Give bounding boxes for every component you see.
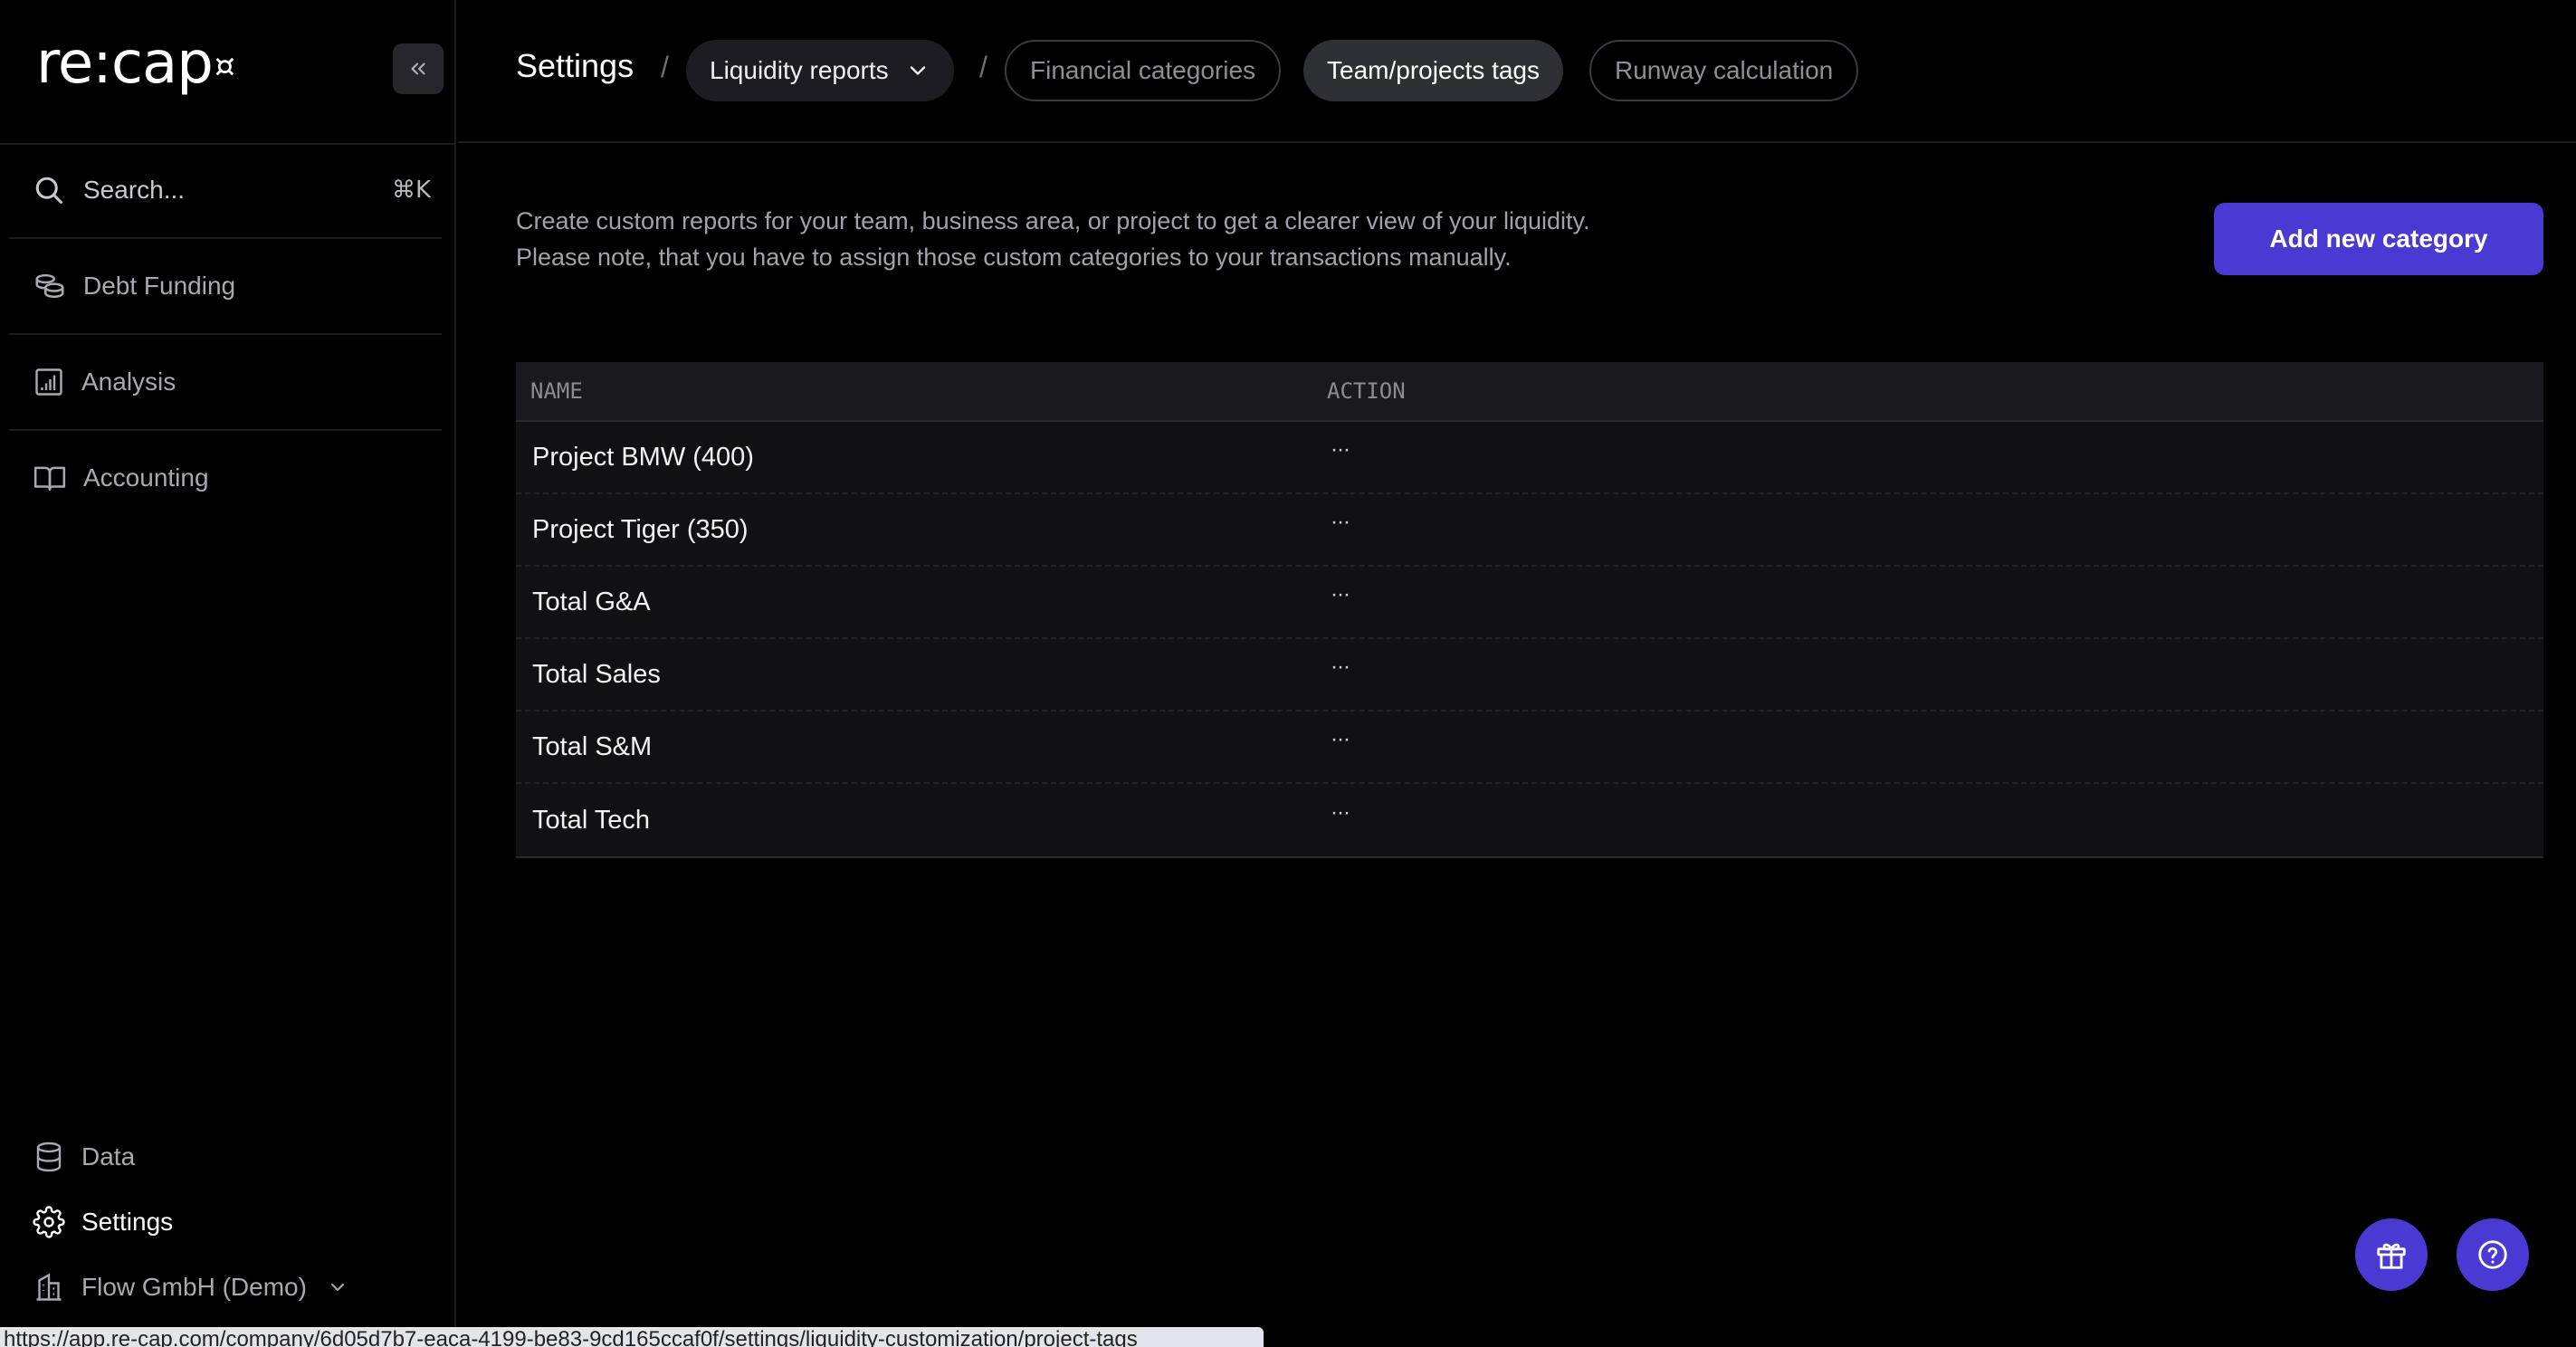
sidebar-item-label: Analysis (81, 368, 177, 396)
row-actions-menu-button[interactable]: ··· (1312, 582, 1350, 607)
gear-icon (33, 1206, 65, 1238)
app-logo[interactable]: re:cap¤ (36, 30, 235, 97)
description-line: Please note, that you have to assign tho… (516, 244, 1512, 271)
row-name: Total Sales (532, 659, 661, 689)
sidebar-item-settings[interactable]: Settings (33, 1199, 431, 1246)
tab-label: Runway calculation (1615, 56, 1834, 84)
row-name: Project Tiger (350) (532, 514, 749, 544)
gift-button[interactable] (2355, 1218, 2428, 1291)
add-new-category-button[interactable]: Add new category (2214, 203, 2543, 275)
column-header-name: NAME (530, 378, 583, 404)
sidebar-item-data[interactable]: Data (33, 1133, 431, 1180)
tab-label: Team/projects tags (1327, 56, 1540, 84)
sidebar-divider (0, 143, 456, 145)
top-bar: Settings / Liquidity reports / Financial… (458, 0, 2576, 143)
building-icon (36, 1273, 62, 1301)
sidebar-item-debt-funding[interactable]: Debt Funding (33, 263, 431, 310)
help-button[interactable] (2457, 1218, 2529, 1291)
row-name: Project BMW (400) (532, 442, 754, 472)
sidebar: re:cap¤ Search... ⌘K Debt Funding Analys… (0, 0, 456, 1347)
sidebar-item-label: Accounting (83, 463, 209, 492)
table-row: Project BMW (400) ··· (516, 422, 2543, 494)
table-row: Total Tech ··· (516, 784, 2543, 856)
chart-grid-icon (35, 368, 62, 396)
page-title: Settings (516, 47, 634, 84)
sidebar-item-label: Settings (81, 1208, 174, 1236)
dropdown-label: Liquidity reports (710, 56, 889, 84)
row-actions-menu-button[interactable]: ··· (1312, 800, 1350, 826)
collapse-sidebar-button[interactable] (393, 43, 444, 94)
table-row: Total Sales ··· (516, 639, 2543, 712)
tab-team-projects-tags[interactable]: Team/projects tags (1303, 40, 1563, 101)
breadcrumb-separator: / (979, 51, 987, 83)
tab-runway-calculation[interactable]: Runway calculation (1589, 40, 1859, 101)
tab-label: Financial categories (1030, 56, 1256, 84)
double-chevron-left-icon (411, 62, 425, 75)
description-line: Create custom reports for your team, bus… (516, 207, 1590, 234)
table-row: Project Tiger (350) ··· (516, 494, 2543, 567)
search-icon (35, 177, 62, 204)
coins-icon (35, 273, 64, 299)
company-switcher[interactable]: Flow GmbH (Demo) (33, 1264, 431, 1311)
gift-icon (2377, 1243, 2406, 1269)
search-shortcut: ⌘K (391, 177, 431, 204)
row-actions-menu-button[interactable]: ··· (1312, 437, 1350, 463)
sidebar-divider (9, 237, 442, 239)
logo-text: re:cap (36, 30, 214, 97)
help-icon (2478, 1240, 2507, 1269)
search-placeholder: Search... (83, 176, 186, 204)
sidebar-divider (9, 333, 442, 335)
sidebar-item-label: Data (81, 1142, 136, 1170)
sidebar-item-accounting[interactable]: Accounting (33, 454, 431, 502)
page-description: Create custom reports for your team, bus… (516, 203, 1874, 275)
search-input[interactable]: Search... ⌘K (33, 168, 431, 212)
table-row: Total S&M ··· (516, 712, 2543, 784)
sidebar-item-analysis[interactable]: Analysis (33, 358, 431, 406)
column-header-action: ACTION (1327, 378, 1406, 404)
row-actions-menu-button[interactable]: ··· (1312, 654, 1350, 680)
sidebar-item-label: Debt Funding (83, 272, 236, 300)
link-preview-status-bar: https://app.re-cap.com/company/6d05d7b7-… (0, 1327, 1264, 1347)
database-icon (36, 1142, 62, 1172)
breadcrumb-separator: / (661, 51, 669, 83)
table-row: Total G&A ··· (516, 567, 2543, 639)
row-actions-menu-button[interactable]: ··· (1312, 727, 1350, 752)
book-icon (33, 466, 66, 491)
table-header: NAME ACTION (516, 362, 2543, 422)
row-name: Total Tech (532, 805, 651, 835)
chevron-down-icon (910, 66, 925, 75)
categories-table: NAME ACTION Project BMW (400) ··· Projec… (516, 362, 2543, 858)
company-name: Flow GmbH (Demo) (81, 1273, 307, 1301)
row-actions-menu-button[interactable]: ··· (1312, 510, 1350, 535)
liquidity-reports-dropdown[interactable]: Liquidity reports (686, 40, 954, 101)
logo-mark: ¤ (214, 48, 235, 85)
sidebar-divider (9, 429, 442, 431)
row-name: Total S&M (532, 731, 653, 761)
chevron-down-icon (330, 1284, 344, 1291)
row-name: Total G&A (532, 587, 651, 616)
tab-financial-categories[interactable]: Financial categories (1005, 40, 1282, 101)
